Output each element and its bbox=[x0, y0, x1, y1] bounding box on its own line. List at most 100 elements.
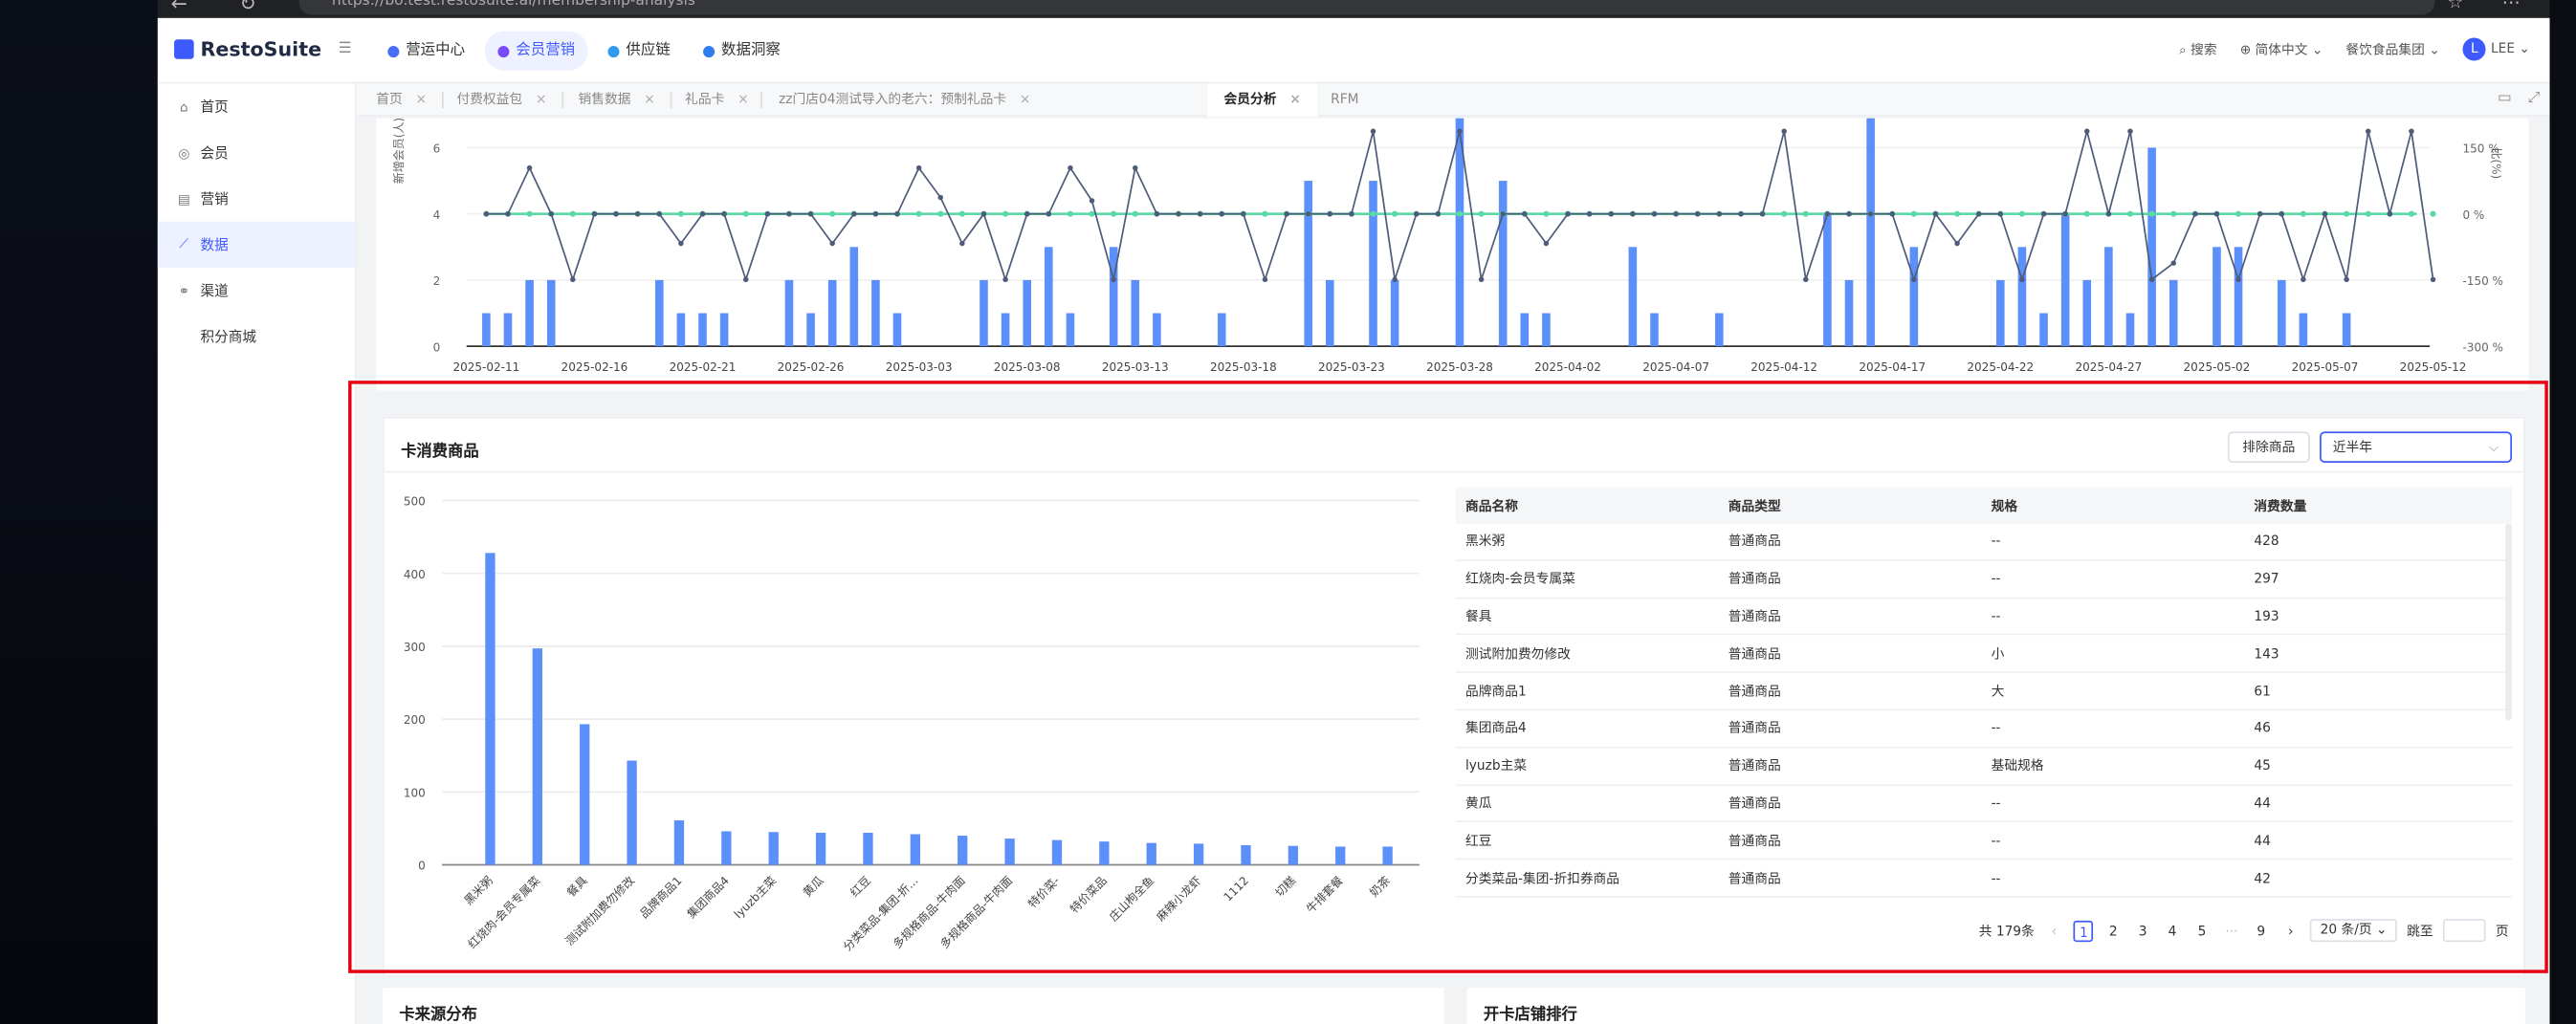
user-menu[interactable]: L LEE ⌄ bbox=[2462, 37, 2530, 61]
supply-chain-icon bbox=[607, 45, 620, 57]
new-members-trend-card: 新增会员(人) 比(%) 6 4 2 0 150 % 0 % -150 % -300 % 202… bbox=[376, 118, 2529, 391]
baseline-point bbox=[1392, 210, 1398, 217]
prev-page-button[interactable]: ‹ bbox=[2044, 920, 2064, 941]
table-row[interactable]: 红烧肉-会员专属菜 普通商品 -- 297 bbox=[1455, 561, 2513, 599]
page-unit-label: 页 bbox=[2495, 923, 2509, 938]
page-size-select[interactable]: 20 条/页 ⌄ bbox=[2310, 919, 2397, 943]
y-right-tick-label: 0 % bbox=[2462, 208, 2484, 222]
trend-bar bbox=[2234, 247, 2243, 347]
sidebar-item-member[interactable]: ◎ 会员 bbox=[158, 130, 355, 176]
growth-rate-point bbox=[872, 210, 879, 217]
top-menu-supply-chain[interactable]: 供应链 bbox=[595, 32, 684, 71]
marketing-icon bbox=[497, 45, 510, 57]
table-row[interactable]: 餐具 普通商品 -- 193 bbox=[1455, 599, 2513, 636]
table-row[interactable]: 品牌商品1 普通商品 大 61 bbox=[1455, 673, 2513, 711]
table-cell: 普通商品 bbox=[1728, 833, 1781, 848]
logo-text: RestoSuite bbox=[200, 37, 322, 61]
fullscreen-icon[interactable]: ⤢ bbox=[2528, 90, 2540, 106]
browser-menu-icons[interactable]: ☆ ⋯ bbox=[2447, 0, 2536, 13]
page-tabs: 首页 × 付费权益包 × 销售数据 × 礼品卡 × zz门店04测试导入的老六：预制礼品… bbox=[356, 83, 2550, 117]
logo-mark-icon bbox=[174, 39, 194, 59]
y-tick-label: 0 bbox=[433, 340, 441, 354]
chart-icon: ⟋ bbox=[179, 236, 189, 251]
logo[interactable]: RestoSuite bbox=[174, 37, 322, 61]
more-pages-ellipsis[interactable]: ··· bbox=[2222, 920, 2242, 941]
x-tick-label: 2025-04-27 bbox=[2075, 360, 2142, 374]
tab-home[interactable]: 首页 × bbox=[376, 84, 427, 117]
card-title: 卡来源分布 bbox=[399, 1006, 477, 1024]
growth-rate-point bbox=[1954, 240, 1960, 247]
time-range-select[interactable]: 近半年 ⌵ bbox=[2320, 431, 2513, 464]
next-page-button[interactable]: › bbox=[2280, 920, 2301, 941]
page-button[interactable]: 2 bbox=[2103, 920, 2124, 941]
tab-prepaid-gift-card[interactable]: zz门店04测试导入的老六：预制礼品卡 × bbox=[779, 84, 1030, 117]
close-icon[interactable]: × bbox=[416, 92, 428, 106]
column-header[interactable]: 消费数量 bbox=[2244, 496, 2512, 514]
page-button[interactable]: 5 bbox=[2192, 920, 2213, 941]
growth-rate-point bbox=[1305, 210, 1311, 217]
sidebar-item-channel[interactable]: ⚭ 渠道 bbox=[158, 268, 355, 314]
company-select[interactable]: 餐饮食品集团 ⌄ bbox=[2345, 40, 2439, 58]
sidebar-item-marketing[interactable]: ▤ 营销 bbox=[158, 176, 355, 222]
table-cell: 分类菜品-集团-折扣券商品 bbox=[1464, 870, 1620, 886]
x-tick-label: 餐具 bbox=[563, 873, 590, 900]
table-row[interactable]: 分类菜品-集团-折扣券商品 普通商品 -- 42 bbox=[1455, 861, 2513, 898]
tab-list-icon[interactable]: ▭ bbox=[2498, 90, 2512, 106]
menu-collapse-icon[interactable]: ☰ bbox=[339, 41, 352, 57]
table-row[interactable]: lyuzb主菜 普通商品 基础规格 45 bbox=[1455, 748, 2513, 786]
exclude-products-button[interactable]: 排除商品 bbox=[2227, 431, 2310, 464]
page-button[interactable]: 3 bbox=[2133, 920, 2153, 941]
tab-paid-benefits[interactable]: 付费权益包 × bbox=[456, 84, 546, 117]
table-row[interactable]: 黑米粥 普通商品 -- 428 bbox=[1455, 524, 2513, 561]
tab-rfm[interactable]: RFM bbox=[1331, 84, 1358, 117]
table-row[interactable]: 黄瓜 普通商品 -- 44 bbox=[1455, 785, 2513, 823]
close-icon[interactable]: × bbox=[1289, 92, 1301, 106]
sidebar-item-home[interactable]: ⌂ 首页 bbox=[158, 84, 355, 130]
tab-member-analysis[interactable]: 会员分析 × bbox=[1207, 83, 1317, 117]
growth-rate-point bbox=[1024, 210, 1030, 217]
address-bar[interactable]: https://bo.test.restosuite.ai/membership… bbox=[298, 0, 2435, 15]
table-row[interactable]: 红豆 普通商品 -- 44 bbox=[1455, 823, 2513, 861]
table-cell: 黑米粥 bbox=[1464, 534, 1506, 549]
close-icon[interactable]: × bbox=[738, 92, 749, 106]
column-header[interactable]: 商品类型 bbox=[1718, 496, 1981, 514]
top-menu-data-insight[interactable]: 数据洞察 bbox=[690, 32, 793, 71]
card-title: 开卡店铺排行 bbox=[1483, 1006, 1577, 1024]
close-icon[interactable]: × bbox=[644, 92, 655, 106]
growth-rate-point bbox=[2019, 276, 2025, 283]
trend-bar bbox=[1866, 118, 1875, 347]
tab-gift-card[interactable]: 礼品卡 × bbox=[685, 84, 748, 117]
tab-sales-data[interactable]: 销售数据 × bbox=[579, 84, 655, 117]
close-icon[interactable]: × bbox=[1020, 92, 1031, 106]
table-cell: 143 bbox=[2254, 645, 2279, 662]
y-tick-label: 6 bbox=[433, 142, 441, 156]
screen: ← ↻ ⌂ https://bo.test.restosuite.ai/memb… bbox=[0, 0, 2576, 1024]
table-scrollbar[interactable] bbox=[2505, 523, 2513, 721]
table-row[interactable]: 测试附加费勿修改 普通商品 小 143 bbox=[1455, 636, 2513, 674]
column-header[interactable]: 规格 bbox=[1981, 496, 2244, 514]
top-menu-operations[interactable]: 营运中心 bbox=[375, 32, 478, 71]
tab-label: 销售数据 bbox=[578, 92, 631, 107]
column-header[interactable]: 商品名称 bbox=[1456, 496, 1719, 514]
page-button[interactable]: 4 bbox=[2163, 920, 2183, 941]
search-button[interactable]: ⌕ 搜索 bbox=[2179, 40, 2217, 58]
y-tick-label: 400 bbox=[404, 568, 426, 581]
trend-bar bbox=[1217, 313, 1226, 347]
total-count: 共 179条 bbox=[1978, 923, 2035, 938]
close-icon[interactable]: × bbox=[536, 92, 547, 106]
page-button[interactable]: 1 bbox=[2074, 920, 2094, 942]
sidebar-item-points-mall[interactable]: 积分商城 bbox=[158, 314, 355, 359]
table-row[interactable]: 集团商品4 普通商品 -- 46 bbox=[1455, 710, 2513, 749]
jump-page-input[interactable] bbox=[2442, 919, 2486, 943]
y-tick-label: 4 bbox=[433, 208, 441, 222]
page-button[interactable]: 9 bbox=[2251, 920, 2271, 941]
table-cell: 红烧肉-会员专属菜 bbox=[1464, 571, 1575, 587]
sidebar-item-data[interactable]: ⟋ 数据 bbox=[157, 221, 355, 268]
top-menu-member-marketing[interactable]: 会员营销 bbox=[484, 31, 588, 71]
baseline-point bbox=[1262, 210, 1268, 217]
avatar: L bbox=[2462, 37, 2486, 61]
baseline-point bbox=[1089, 210, 1095, 217]
baseline-point bbox=[1910, 210, 1917, 217]
language-select[interactable]: ⊕ 简体中文 ⌄ bbox=[2240, 40, 2323, 58]
growth-rate-point bbox=[2148, 276, 2155, 283]
